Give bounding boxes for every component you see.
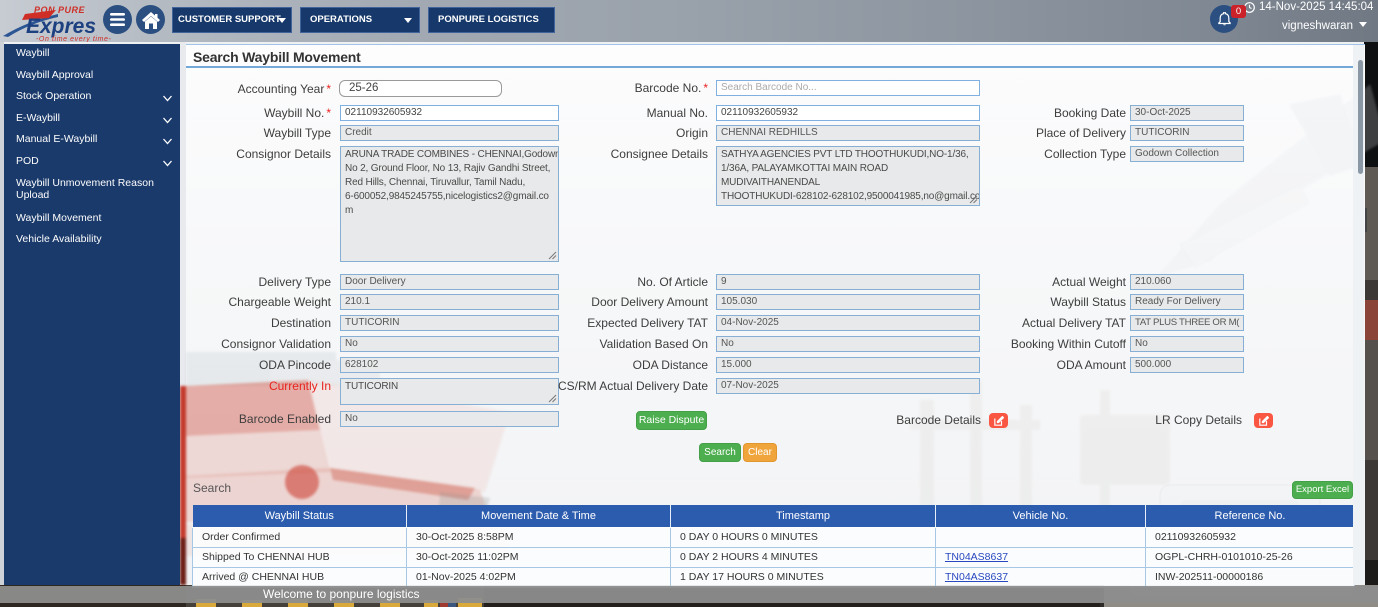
svg-text:-On time every time-: -On time every time-	[36, 36, 111, 42]
svg-text:Expres: Expres	[26, 15, 96, 38]
svg-text:PON PURE: PON PURE	[34, 5, 86, 15]
